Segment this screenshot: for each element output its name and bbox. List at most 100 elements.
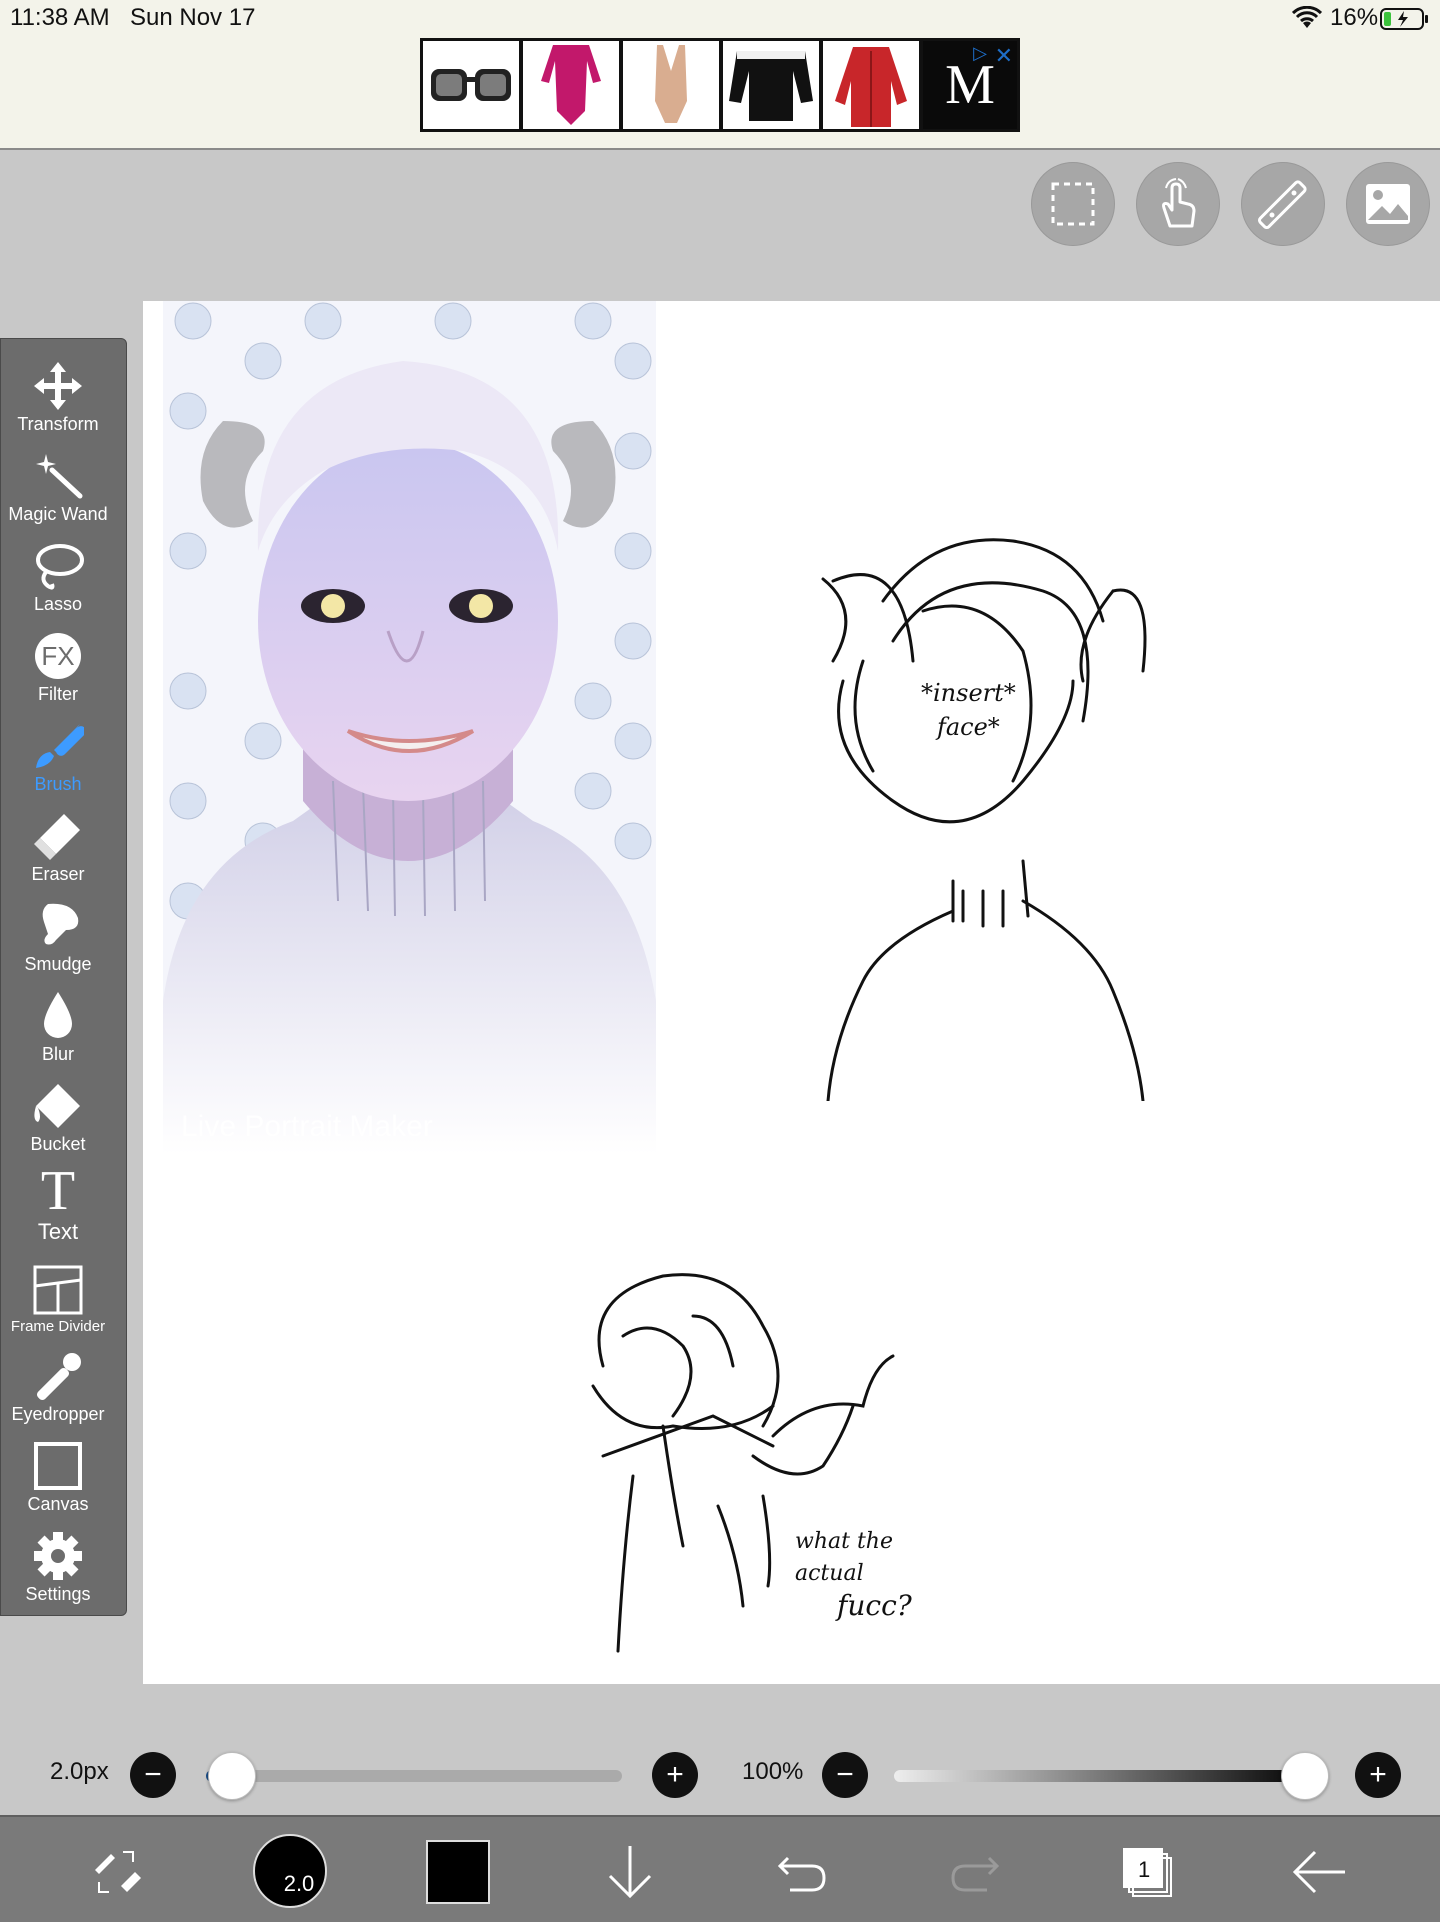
size-increase-button[interactable]: +: [652, 1752, 698, 1798]
fx-icon: FX: [30, 630, 86, 682]
arrow-left-icon: [1292, 1850, 1345, 1894]
canvas-icon: [30, 1440, 86, 1492]
undo-icon: [777, 1856, 826, 1892]
tool-eraser-label: Eraser: [31, 864, 85, 884]
ruler-icon: [1258, 180, 1307, 229]
ad-brand-logo[interactable]: M ▷ ✕: [923, 41, 1017, 129]
tool-blur-label: Blur: [41, 1044, 74, 1064]
tool-settings[interactable]: Settings: [1, 1517, 115, 1605]
smudge-icon: [30, 900, 86, 952]
size-decrease-button[interactable]: −: [130, 1752, 176, 1798]
size-slider-handle[interactable]: [207, 1752, 256, 1800]
brush-size-badge: 2.0: [283, 1871, 315, 1896]
bucket-icon: [30, 1080, 86, 1132]
opacity-value: 100%: [742, 1758, 804, 1785]
tool-brush[interactable]: Brush: [1, 707, 115, 795]
sketch-small-figure[interactable]: what the actual fucc?: [563, 1256, 923, 1676]
tool-frame-divider[interactable]: Frame Divider: [1, 1247, 115, 1335]
ad-logo-text: M: [945, 54, 995, 116]
adchoices-icon[interactable]: ▷: [973, 43, 987, 64]
sketch2-caption-line1: what the: [795, 1529, 893, 1554]
magic-wand-icon: [30, 450, 86, 502]
color-picker-button[interactable]: [423, 1837, 493, 1907]
tool-lasso[interactable]: Lasso: [1, 527, 115, 615]
move-arrows-icon: [30, 360, 86, 412]
wifi-icon: [1291, 5, 1323, 35]
tool-blur[interactable]: Blur: [1, 977, 115, 1065]
selection-button[interactable]: [1031, 162, 1115, 246]
ad-pink-top-image[interactable]: [523, 41, 619, 129]
opacity-slider-handle[interactable]: [1281, 1752, 1329, 1800]
tool-brush-label: Brush: [34, 774, 82, 794]
opacity-slider-track[interactable]: [894, 1752, 1329, 1800]
ad-black-top-image[interactable]: [723, 41, 819, 129]
undo-button[interactable]: [767, 1837, 837, 1907]
tool-lasso-label: Lasso: [33, 594, 83, 614]
tool-smudge-label: Smudge: [24, 954, 92, 974]
opacity-increase-button[interactable]: +: [1355, 1752, 1401, 1798]
sketch2-caption-line2: actual: [795, 1561, 864, 1586]
redo-icon: [951, 1856, 1000, 1892]
ad-red-coat-image[interactable]: [823, 41, 919, 129]
size-slider-track[interactable]: [206, 1752, 622, 1800]
close-icon[interactable]: ✕: [995, 43, 1013, 69]
ad-sunglasses-image[interactable]: [423, 41, 519, 129]
portrait-watermark: Live Portrait Maker: [181, 1110, 433, 1143]
drawing-canvas[interactable]: Live Portrait Maker *insert* face* what …: [143, 301, 1440, 1684]
arrow-down-icon: [608, 1846, 652, 1899]
ad-bodysuit-image[interactable]: [623, 41, 719, 129]
sketch1-caption-line2: face*: [936, 713, 1000, 741]
dashed-select-icon: [1051, 182, 1095, 226]
material-button[interactable]: [1346, 162, 1430, 246]
tool-frame-divider-label: Frame Divider: [10, 1318, 106, 1335]
image-icon: [1366, 184, 1410, 224]
layer-count: 1: [1138, 1857, 1151, 1882]
hand-button[interactable]: [1136, 162, 1220, 246]
tool-canvas[interactable]: Canvas: [1, 1427, 115, 1515]
swap-tools-icon: [95, 1851, 141, 1893]
tool-filter[interactable]: FX Filter: [1, 617, 115, 705]
tool-bucket[interactable]: Bucket: [1, 1067, 115, 1155]
minus-icon: −: [144, 1758, 162, 1791]
portrait-reference-image[interactable]: Live Portrait Maker: [163, 301, 656, 1154]
tool-eyedropper-label: Eyedropper: [11, 1404, 105, 1424]
brush-size-value: 2.0px: [50, 1758, 109, 1785]
tool-transform-label: Transform: [17, 414, 99, 434]
eyedropper-icon: [30, 1350, 86, 1402]
brush-eraser-swap-button[interactable]: [82, 1837, 152, 1907]
hand-icon: [1162, 178, 1196, 228]
plus-icon: +: [666, 1758, 684, 1791]
brush-icon: [30, 720, 86, 772]
brush-settings-button[interactable]: 2.0: [253, 1834, 327, 1908]
tool-eyedropper[interactable]: Eyedropper: [1, 1337, 115, 1425]
tool-canvas-label: Canvas: [27, 1494, 89, 1514]
status-time: 11:38 AM: [10, 4, 110, 31]
sketch2-caption-line3: fucc?: [837, 1589, 912, 1622]
tool-eraser[interactable]: Eraser: [1, 797, 115, 885]
tool-smudge[interactable]: Smudge: [1, 887, 115, 975]
brush-sliders: 2.0px − + 100% − +: [0, 1725, 1440, 1825]
tool-transform[interactable]: Transform: [1, 347, 115, 435]
sketch-horned-figure[interactable]: *insert* face*: [783, 521, 1183, 1103]
opacity-decrease-button[interactable]: −: [822, 1752, 868, 1798]
layers-button[interactable]: 1: [1112, 1837, 1182, 1907]
tool-text-label: Text: [37, 1219, 79, 1244]
tool-magic-wand-label: Magic Wand: [8, 504, 108, 524]
status-bar: 11:38 AM Sun Nov 17 16% M ▷ ✕: [0, 0, 1440, 150]
battery-icon: [1380, 7, 1430, 36]
layer-merge-down-button[interactable]: [595, 1837, 665, 1907]
ad-banner[interactable]: M ▷ ✕: [420, 38, 1020, 132]
sketch1-caption-line1: *insert*: [921, 679, 1016, 707]
tool-text[interactable]: T Text: [1, 1157, 115, 1245]
gear-icon: [30, 1530, 86, 1582]
current-color-swatch: [426, 1840, 490, 1904]
back-button[interactable]: [1284, 1837, 1354, 1907]
sketch1-caption: *insert* face*: [921, 676, 1016, 744]
ruler-button[interactable]: [1241, 162, 1325, 246]
battery-percent: 16%: [1330, 4, 1379, 31]
lasso-icon: [30, 540, 86, 592]
tool-panel: Transform Magic Wand Lasso FX Filter Bru…: [0, 338, 127, 1616]
text-icon: T: [40, 1160, 76, 1222]
tool-filter-label: Filter: [38, 684, 78, 704]
tool-magic-wand[interactable]: Magic Wand: [1, 437, 115, 525]
